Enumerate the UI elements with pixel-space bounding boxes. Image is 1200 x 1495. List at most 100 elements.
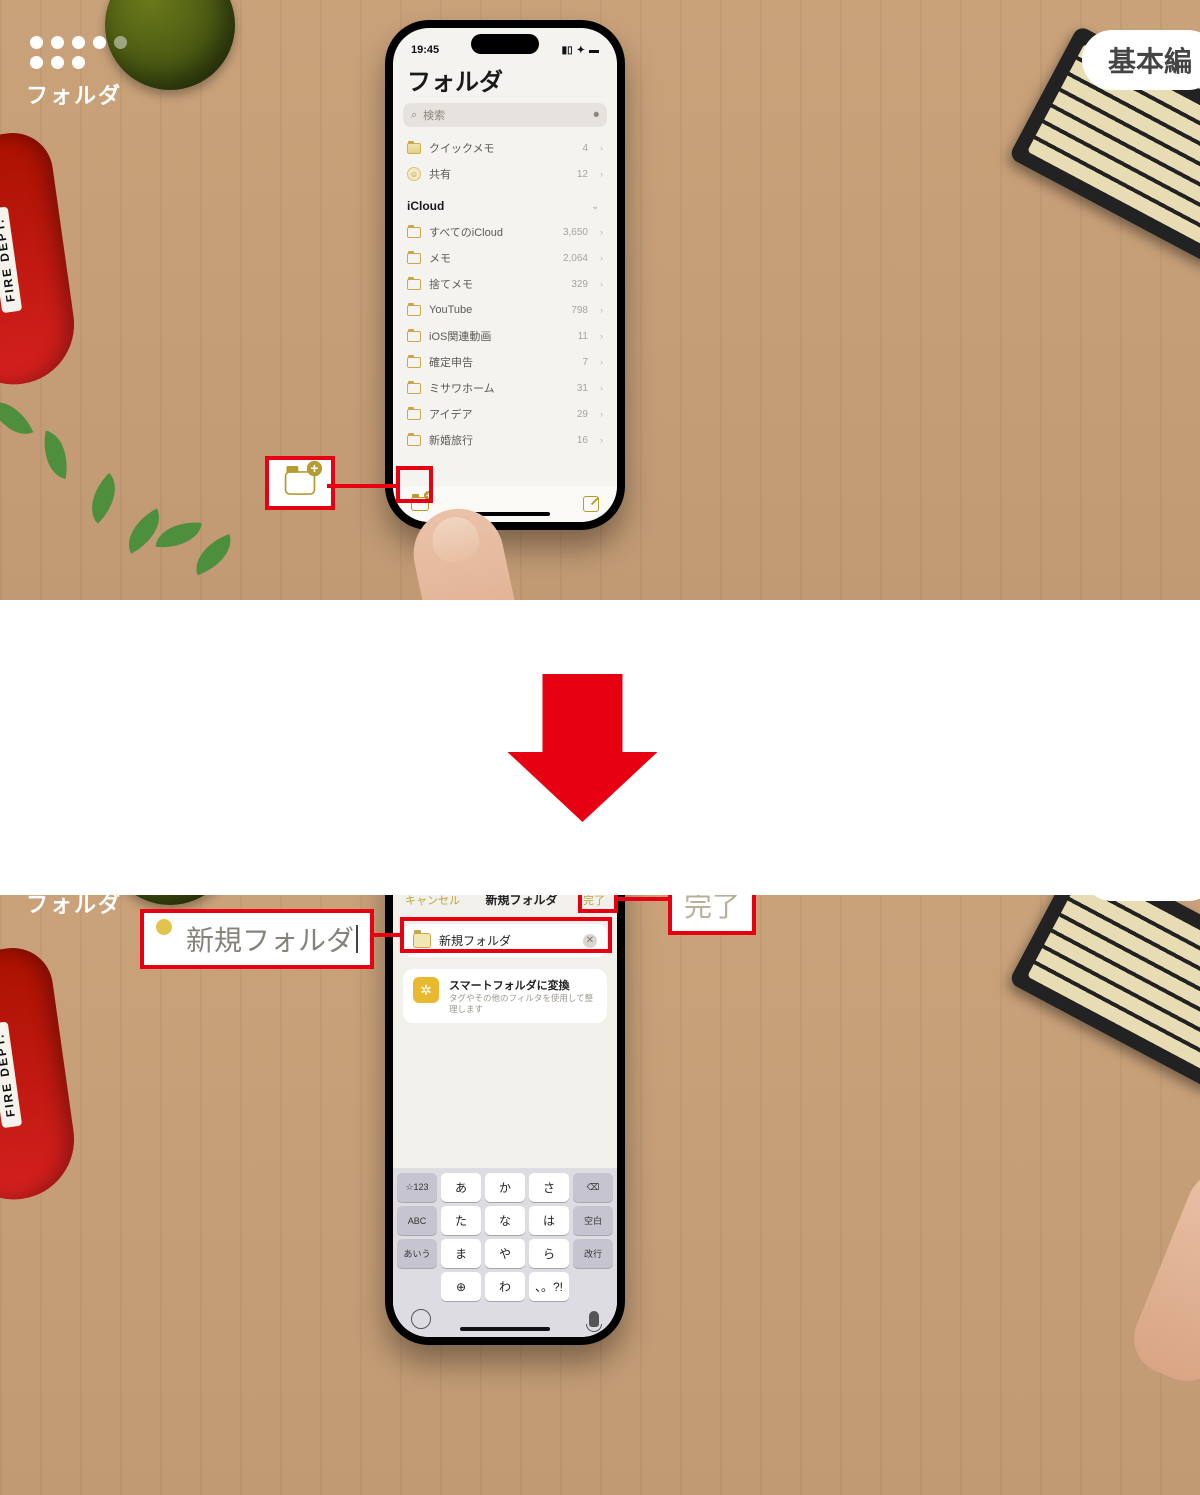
folder-icon <box>407 253 421 264</box>
list-item-count: 329 <box>571 279 592 290</box>
overlay-dots-row2 <box>30 56 85 69</box>
keyboard[interactable]: ☆123 あ か さ ⌫ ABC た な は 空白 あいう <box>393 1168 617 1337</box>
overlay-badge: 基本編 <box>1082 30 1200 90</box>
folder-icon <box>407 227 421 238</box>
list-item-label: 捨てメモ <box>429 276 473 292</box>
smart-folder-text: スマートフォルダに変換 タグやその他のフィルタを使用して整理します <box>449 977 597 1015</box>
step-divider <box>0 600 1200 895</box>
folder-icon <box>407 383 421 394</box>
key[interactable]: ⊕ <box>441 1272 481 1301</box>
dictate-icon[interactable] <box>589 1311 599 1327</box>
key[interactable]: 、。?! <box>529 1272 569 1301</box>
list-item-count: 7 <box>582 357 592 368</box>
callout-input-label: 新規フォルダ <box>186 919 354 959</box>
search-placeholder: 検索 <box>423 107 445 123</box>
dynamic-island <box>471 34 539 54</box>
chevron-right-icon: › <box>600 357 603 367</box>
done-button[interactable]: 完了 <box>583 895 605 908</box>
keyboard-row: ☆123 あ か さ ⌫ <box>397 1173 613 1202</box>
key[interactable]: ま <box>441 1239 481 1268</box>
overlay-section-label: フォルダ <box>26 78 122 110</box>
list-item[interactable]: すべてのiCloud 3,650 › <box>403 219 607 245</box>
list-item-count: 3,650 <box>563 227 592 238</box>
list-item-label: アイデア <box>429 406 472 422</box>
chevron-right-icon: › <box>600 143 603 153</box>
list-item-count: 12 <box>577 169 592 180</box>
section-header[interactable]: iCloud⌄ <box>403 193 607 219</box>
sheet-title: 新規フォルダ <box>485 895 557 908</box>
list-item[interactable]: 確定申告 7 › <box>403 349 607 375</box>
list-item-label: メモ <box>429 250 451 266</box>
list-item-label: YouTube <box>429 304 472 316</box>
key[interactable]: わ <box>485 1272 525 1301</box>
key[interactable]: あいう <box>397 1239 437 1268</box>
key[interactable]: か <box>485 1173 525 1202</box>
folder-icon <box>407 279 421 290</box>
list-item[interactable]: 新婚旅行16› <box>403 427 607 453</box>
list-item-count: 16 <box>577 435 592 446</box>
list-item[interactable]: 捨てメモ329› <box>403 271 607 297</box>
section-label: iCloud <box>407 199 444 213</box>
bottom-toolbar <box>393 486 617 522</box>
key-return[interactable]: 改行 <box>573 1239 613 1268</box>
mic-icon[interactable]: ⏺ <box>594 109 600 122</box>
key[interactable]: は <box>529 1206 569 1235</box>
list-item-label: iOS関連動画 <box>429 328 491 344</box>
globe-icon[interactable] <box>411 1309 431 1329</box>
key[interactable]: ABC <box>397 1206 437 1235</box>
status-icons: ▮▯ ✦ ▬ <box>562 45 599 56</box>
list-item[interactable]: YouTube798› <box>403 297 607 323</box>
keyboard-row: ⊕ わ 、。?! <box>397 1272 613 1301</box>
home-indicator[interactable] <box>460 1327 550 1331</box>
key[interactable]: さ <box>529 1173 569 1202</box>
keyboard-row: ABC た な は 空白 <box>397 1206 613 1235</box>
phone-device: 19:45 ▮▯ ✦ ▬ フォルダ ⌕ 検索 ⏺ クイックメモ4› ☺共有12›… <box>385 20 625 530</box>
prop-abacus <box>1008 895 1200 1090</box>
list-item-count: 31 <box>577 383 592 394</box>
tutorial-stage-2: フォルダ 基本編 19:45 ▮▯ ✦ ▬ キャンセル 新規フォルダ 完了 <box>0 895 1200 1495</box>
key-delete[interactable]: ⌫ <box>573 1173 613 1202</box>
folder-list[interactable]: クイックメモ4› ☺共有12› iCloud⌄ すべてのiCloud3,650›… <box>393 135 617 486</box>
list-item-label: すべてのiCloud <box>429 224 503 240</box>
key[interactable]: た <box>441 1206 481 1235</box>
list-item[interactable]: クイックメモ4› <box>403 135 607 161</box>
key[interactable]: ☆123 <box>397 1173 437 1202</box>
chevron-right-icon: › <box>600 383 603 393</box>
folder-name-input[interactable]: 新規フォルダ ✕ <box>403 924 607 957</box>
cancel-button[interactable]: キャンセル <box>405 895 460 908</box>
smart-folder-title: スマートフォルダに変換 <box>449 977 597 993</box>
phone-device: 19:45 ▮▯ ✦ ▬ キャンセル 新規フォルダ 完了 新規フォルダ ✕ <box>385 895 625 1345</box>
list-item-count: 29 <box>577 409 592 420</box>
key[interactable]: な <box>485 1206 525 1235</box>
key[interactable]: ら <box>529 1239 569 1268</box>
folder-badge-icon <box>156 919 172 935</box>
chevron-right-icon: › <box>600 409 603 419</box>
tutorial-stage-1: フォルダ 基本編 19:45 ▮▯ ✦ ▬ フォルダ ⌕ 検索 ⏺ クイックメモ… <box>0 0 1200 600</box>
list-item-label: 共有 <box>429 166 451 182</box>
list-item[interactable]: ☺共有12› <box>403 161 607 187</box>
text-cursor-icon <box>356 925 358 953</box>
clear-text-button[interactable]: ✕ <box>583 934 597 948</box>
search-input[interactable]: ⌕ 検索 ⏺ <box>403 103 607 127</box>
callout-done-enlarged: 完了 <box>668 895 756 935</box>
overlay-dots-row1 <box>30 36 127 49</box>
signal-icon: ▮▯ <box>562 45 573 56</box>
prop-toy-car <box>0 943 82 1207</box>
list-item-count: 4 <box>582 143 592 154</box>
list-item-label: 確定申告 <box>429 354 473 370</box>
new-folder-modal-screen: 19:45 ▮▯ ✦ ▬ キャンセル 新規フォルダ 完了 新規フォルダ ✕ <box>393 895 617 1337</box>
smart-folder-option[interactable]: ✲ スマートフォルダに変換 タグやその他のフィルタを使用して整理します <box>403 969 607 1023</box>
list-item[interactable]: メモ2,064› <box>403 245 607 271</box>
key-space[interactable]: 空白 <box>573 1206 613 1235</box>
chevron-right-icon: › <box>600 227 603 237</box>
key[interactable]: や <box>485 1239 525 1268</box>
key[interactable]: あ <box>441 1173 481 1202</box>
new-folder-button[interactable] <box>411 497 429 511</box>
chevron-right-icon: › <box>600 253 603 263</box>
list-item[interactable]: iOS関連動画11› <box>403 323 607 349</box>
list-item[interactable]: ミサワホーム31› <box>403 375 607 401</box>
list-item[interactable]: アイデア 29 › <box>403 401 607 427</box>
folder-name-value: 新規フォルダ <box>439 932 575 949</box>
wifi-icon: ✦ <box>577 45 585 56</box>
compose-button[interactable] <box>583 496 599 512</box>
